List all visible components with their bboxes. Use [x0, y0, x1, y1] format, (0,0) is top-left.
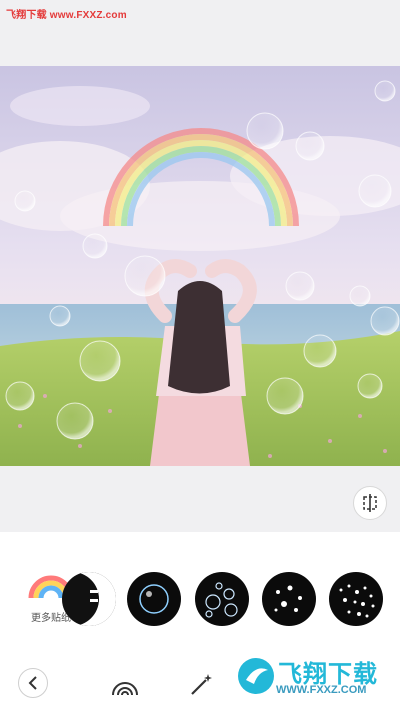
back-button[interactable] — [18, 668, 48, 698]
magic-tool-button[interactable] — [186, 670, 216, 700]
sticker-tool-button[interactable] — [110, 670, 140, 700]
magic-wand-icon — [191, 674, 212, 695]
sticker-pack-bubbles[interactable] — [195, 572, 249, 626]
sticker-pack-partial-black[interactable] — [62, 572, 116, 626]
watermark-top-text: 飞翔下载 www.FXXZ.com — [6, 10, 127, 21]
rainbow-icon — [112, 682, 138, 695]
chevron-left-icon — [28, 676, 37, 690]
sticker-pack-single-bubble[interactable] — [127, 572, 181, 626]
watermark-logo-icon — [238, 658, 274, 694]
sticker-pack-dense-bubbles[interactable] — [329, 572, 383, 626]
compare-button[interactable] — [353, 486, 387, 520]
watermark-url: WWW.FXXZ.COM — [276, 684, 367, 696]
compare-icon — [363, 494, 377, 512]
photo-canvas[interactable] — [0, 66, 400, 466]
sticker-pack-sparkle-bubbles[interactable] — [262, 572, 316, 626]
watermark-badge: 飞翔下载 WWW.FXXZ.COM — [232, 650, 394, 704]
